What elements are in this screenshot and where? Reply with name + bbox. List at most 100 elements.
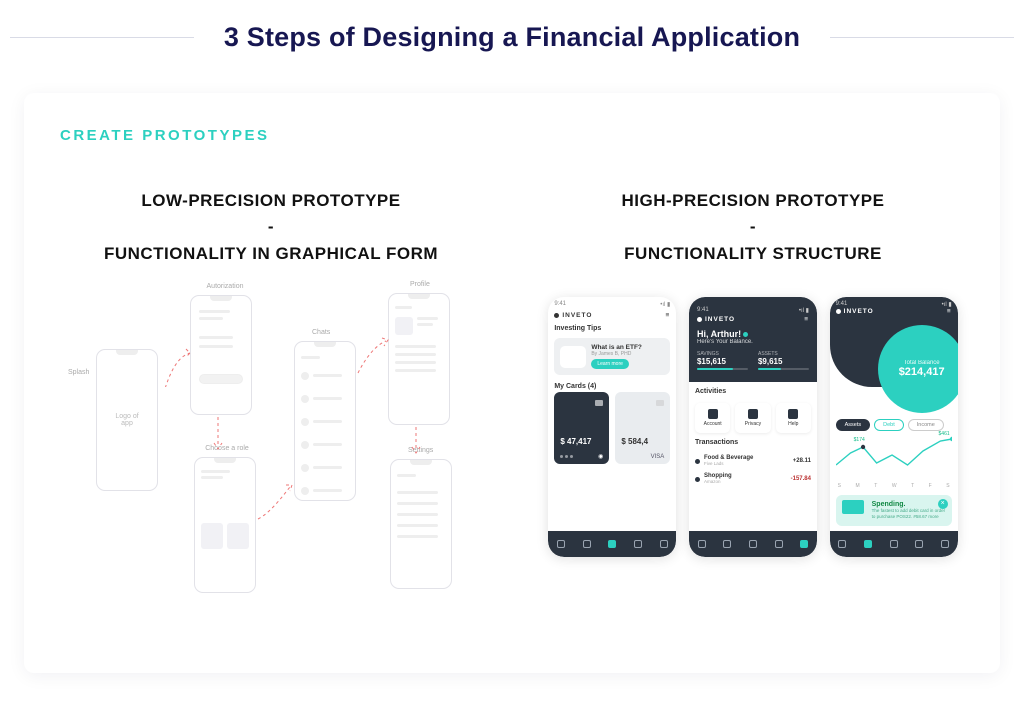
transaction-row: Food & BeverageFive Lads +28.11 [695, 452, 811, 470]
balance-value: $214,417 [899, 366, 945, 378]
brand-text: INVETO [844, 308, 874, 315]
brand-text: INVETO [562, 312, 592, 319]
savings-value: $15,615 [697, 357, 748, 366]
assets-label: ASSETS [758, 351, 809, 357]
brand-text: INVETO [705, 316, 735, 323]
spending-text: The fastest to add debit card in order t… [872, 508, 946, 520]
balance-subtitle: Here's Your Balance. [697, 339, 809, 345]
sparkline-chart: $174 $461 [836, 435, 952, 479]
nav-card-icon[interactable] [583, 540, 591, 548]
lofi-wireframes: Splash Logo of app Autorization [60, 287, 482, 647]
right-h3: FUNCTIONALITY STRUCTURE [624, 244, 882, 263]
visa-logo: VISA [651, 454, 665, 460]
columns: LOW-PRECISION PROTOTYPE - FUNCTIONALITY … [60, 188, 964, 657]
transaction-row: ShoppingAmazon -157.84 [695, 470, 811, 488]
card-light: $ 584,4 VISA [615, 392, 670, 464]
spending-card-icon [842, 500, 864, 514]
tip-subtitle: By James B, PHD [591, 351, 642, 357]
arrow-icon [256, 483, 296, 523]
privacy-icon [748, 409, 758, 419]
balance-circle: Total Balance $214,417 [878, 325, 958, 413]
menu-icon: ≡ [666, 312, 671, 319]
status-icons: •ıl ▮ [799, 307, 809, 314]
wireframe-authorization [190, 295, 252, 415]
left-heading: LOW-PRECISION PROTOTYPE - FUNCTIONALITY … [60, 188, 482, 267]
mastercard-icon: ◉ [598, 453, 603, 460]
tx-amount: -157.84 [791, 476, 811, 482]
spending-banner: × Spending. The fastest to add debit car… [836, 495, 952, 526]
chart-point-2: $461 [939, 431, 950, 437]
nav-bell-icon[interactable] [634, 540, 642, 548]
chart-point-1: $174 [854, 437, 865, 443]
nav-bell-icon[interactable] [915, 540, 923, 548]
tip-card: What is an ETF? By James B, PHD Learn mo… [554, 338, 670, 375]
arrow-icon [210, 415, 230, 455]
card2-amount: $ 584,4 [621, 437, 648, 446]
section-investing-tips: Investing Tips [548, 323, 676, 334]
label-authorization: Autorization [200, 283, 250, 290]
arrow-icon [356, 337, 392, 377]
activity-account[interactable]: Account [695, 403, 730, 433]
tx-amount: +28.11 [793, 458, 811, 464]
spending-title: Spending. [872, 501, 946, 508]
activity-privacy[interactable]: Privacy [735, 403, 770, 433]
status-icons: •ıl ▮ [660, 301, 670, 308]
right-h1: HIGH-PRECISION PROTOTYPE [622, 191, 885, 210]
section-transactions: Transactions [689, 433, 817, 448]
label-splash: Splash [68, 369, 89, 376]
label-profile: Profile [410, 281, 430, 288]
wireframe-profile [388, 293, 450, 425]
pill-income[interactable]: Income [908, 419, 944, 431]
nav-center-icon[interactable] [608, 540, 616, 548]
savings-label: SAVINGS [697, 351, 748, 357]
nav-center-icon[interactable] [890, 540, 898, 548]
left-column: LOW-PRECISION PROTOTYPE - FUNCTIONALITY … [60, 188, 482, 657]
activity-help[interactable]: Help [776, 403, 811, 433]
card-dark: $ 47,417 ◉ [554, 392, 609, 464]
pill-debt[interactable]: Debt [874, 419, 904, 431]
menu-icon: ≡ [804, 316, 809, 323]
status-icons: •ıl ▮ [942, 301, 952, 308]
chart-days: S M T W T F S [838, 483, 950, 489]
menu-icon: ≡ [947, 308, 952, 315]
bottom-nav [830, 531, 958, 557]
nav-center-icon[interactable] [749, 540, 757, 548]
right-column: HIGH-PRECISION PROTOTYPE - FUNCTIONALITY… [542, 188, 964, 657]
close-icon[interactable]: × [938, 499, 948, 509]
status-dot-icon [743, 332, 748, 337]
assets-value: $9,615 [758, 357, 809, 366]
nav-settings-icon[interactable] [660, 540, 668, 548]
right-h2: - [750, 217, 756, 236]
card1-amount: $ 47,417 [560, 437, 591, 446]
nav-settings-icon[interactable] [941, 540, 949, 548]
rule-right [830, 37, 1014, 38]
nav-bell-icon[interactable] [775, 540, 783, 548]
wireframe-chats [294, 341, 356, 501]
label-chats: Chats [312, 329, 330, 336]
arrow-icon [156, 347, 196, 387]
nav-card-icon[interactable] [864, 540, 872, 548]
learn-more-button[interactable]: Learn more [591, 359, 629, 369]
nav-home-icon[interactable] [698, 540, 706, 548]
mockup-investing: 9:41 •ıl ▮ INVETO ≡ Investing Tips What is… [548, 297, 676, 557]
nav-card-icon[interactable] [723, 540, 731, 548]
section-my-cards: My Cards (4) [548, 379, 676, 392]
nav-home-icon[interactable] [557, 540, 565, 548]
hifi-mockups: 9:41 •ıl ▮ INVETO ≡ Investing Tips What is… [542, 297, 964, 657]
bottom-nav [548, 531, 676, 557]
left-h2: - [268, 217, 274, 236]
splash-logo-text: Logo of app [112, 413, 142, 427]
mockup-balance: 9:41 •ıl ▮ INVETO ≡ Total Balance $214,417… [830, 297, 958, 557]
nav-home-icon[interactable] [838, 540, 846, 548]
balance-label: Total Balance [904, 360, 940, 366]
nav-settings-icon[interactable] [800, 540, 808, 548]
pill-assets[interactable]: Assets [836, 419, 871, 431]
status-time: 9:41 [554, 301, 566, 308]
status-time: 9:41 [836, 301, 848, 308]
content-card: CREATE PROTOTYPES LOW-PRECISION PROTOTYP… [24, 93, 1000, 673]
arrow-icon [410, 425, 426, 457]
tip-title: What is an ETF? [591, 344, 642, 351]
left-h1: LOW-PRECISION PROTOTYPE [141, 191, 400, 210]
status-time: 9:41 [697, 307, 709, 314]
account-icon [708, 409, 718, 419]
